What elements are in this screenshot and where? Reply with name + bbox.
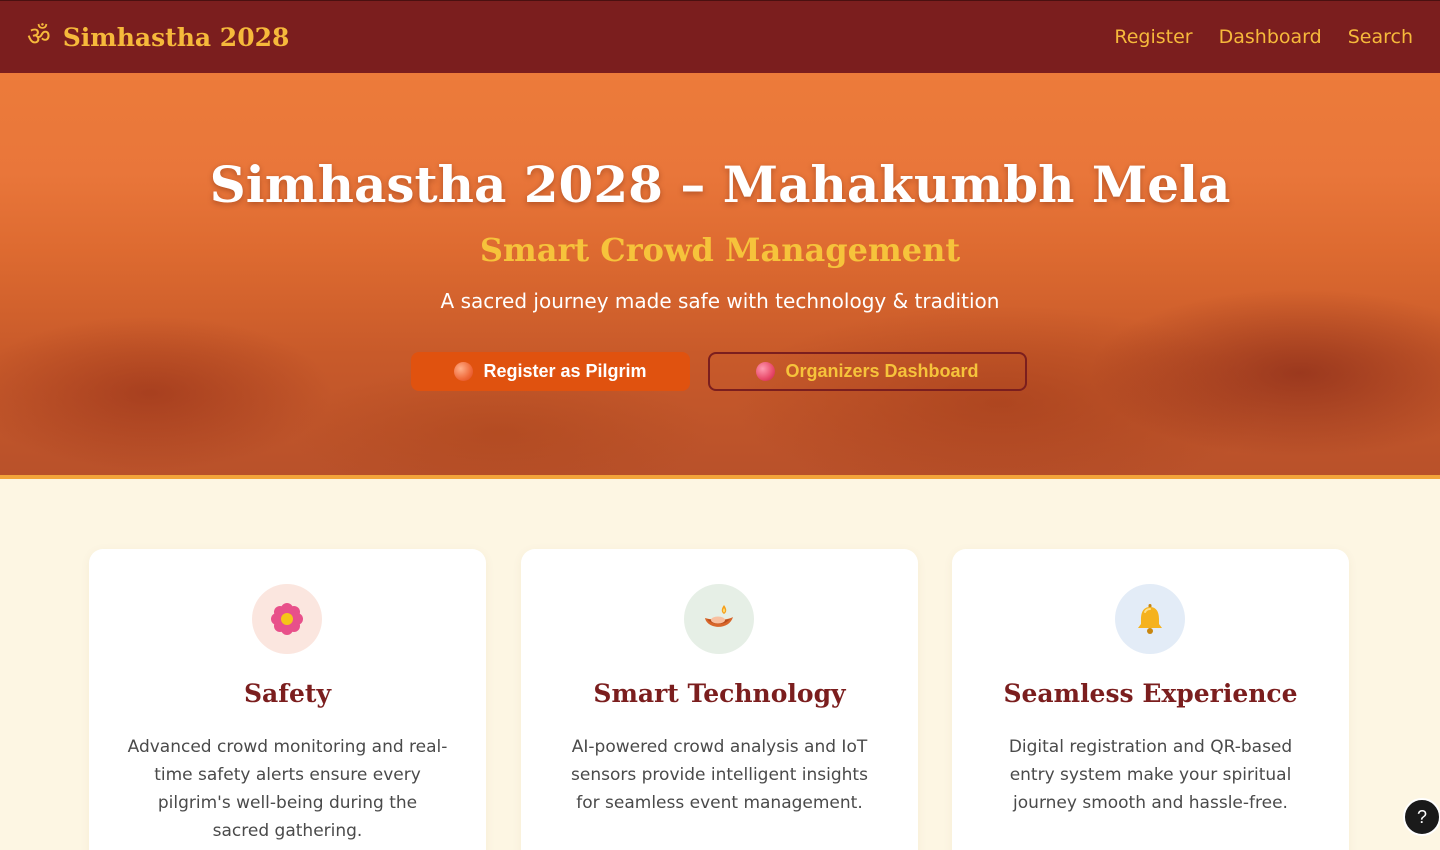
nav-link-register[interactable]: Register [1114, 26, 1192, 48]
register-pilgrim-label: Register as Pilgrim [483, 361, 647, 381]
feature-card-safety: Safety Advanced crowd monitoring and rea… [89, 549, 486, 850]
nav-link-dashboard[interactable]: Dashboard [1219, 26, 1322, 48]
orange-dot-icon [454, 362, 474, 381]
feature-title: Seamless Experience [1003, 679, 1298, 708]
om-icon: ॐ [27, 22, 51, 52]
feature-title: Safety [244, 679, 331, 708]
feature-card-seamless-experience: Seamless Experience Digital registration… [952, 549, 1349, 850]
organizers-dashboard-button[interactable]: Organizers Dashboard [708, 352, 1027, 391]
feature-description: AI-powered crowd analysis and IoT sensor… [571, 737, 868, 813]
top-navbar: ॐ Simhastha 2028 Register Dashboard Sear… [0, 0, 1440, 73]
help-button[interactable]: ? [1403, 798, 1440, 836]
organizers-dashboard-label: Organizers Dashboard [785, 361, 979, 381]
feature-description: Digital registration and QR-based entry … [1008, 737, 1293, 813]
nav-link-search[interactable]: Search [1348, 26, 1413, 48]
hero-subtitle: Smart Crowd Management [479, 231, 961, 269]
diya-lamp-icon [684, 584, 754, 654]
register-pilgrim-button[interactable]: Register as Pilgrim [411, 352, 690, 391]
hero-tagline: A sacred journey made safe with technolo… [440, 289, 1000, 313]
hero-banner: Simhastha 2028 – Mahakumbh Mela Smart Cr… [0, 73, 1440, 475]
hero-divider [0, 475, 1440, 479]
bell-icon [1115, 584, 1185, 654]
lotus-icon [252, 584, 322, 654]
feature-card-smart-technology: Smart Technology AI-powered crowd analys… [521, 549, 918, 850]
pink-dot-icon [756, 362, 776, 381]
feature-title: Smart Technology [593, 679, 846, 708]
brand[interactable]: ॐ Simhastha 2028 [27, 23, 289, 52]
feature-description: Advanced crowd monitoring and real-time … [127, 737, 448, 841]
hero-title: Simhastha 2028 – Mahakumbh Mela [209, 155, 1231, 214]
brand-name: Simhastha 2028 [62, 22, 290, 52]
nav-links: Register Dashboard Search [1114, 26, 1413, 48]
